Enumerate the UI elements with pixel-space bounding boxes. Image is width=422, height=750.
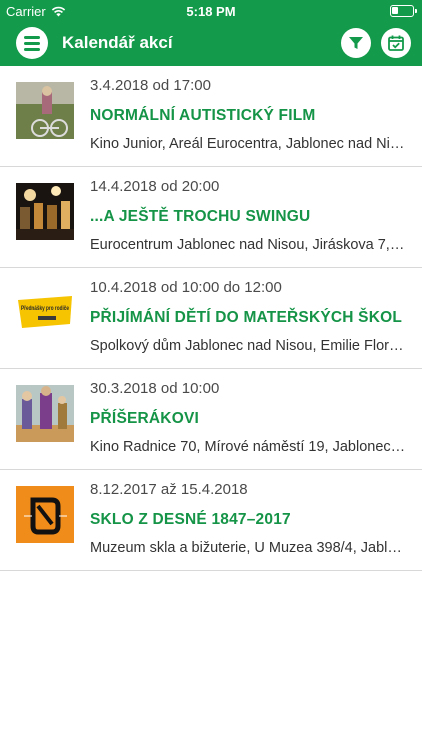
event-item[interactable]: Přednášky pro rodiče 10.4.2018 od 10:00 … bbox=[0, 268, 422, 369]
event-thumbnail: Přednášky pro rodiče bbox=[16, 284, 74, 341]
carrier-label: Carrier bbox=[6, 4, 46, 19]
event-list: 3.4.2018 od 17:00 NORMÁLNÍ AUTISTICKÝ FI… bbox=[0, 66, 422, 571]
wifi-icon bbox=[51, 6, 65, 17]
thumb-label: Přednášky pro rodiče bbox=[21, 305, 69, 312]
event-thumbnail bbox=[16, 385, 74, 442]
event-item[interactable]: 8.12.2017 až 15.4.2018 SKLO Z DESNÉ 1847… bbox=[0, 470, 422, 571]
event-venue: Spolkový dům Jablonec nad Nisou, Emilie … bbox=[90, 338, 406, 354]
event-thumbnail bbox=[16, 486, 74, 543]
status-bar: Carrier 5:18 PM bbox=[0, 0, 422, 22]
event-venue: Kino Junior, Areál Eurocentra, Jablonec … bbox=[90, 136, 406, 152]
event-date: 10.4.2018 od 10:00 do 12:00 bbox=[90, 279, 282, 296]
event-title[interactable]: SKLO Z DESNÉ 1847–2017 bbox=[90, 511, 291, 529]
event-title[interactable]: PŘIJÍMÁNÍ DĚTÍ DO MATEŘSKÝCH ŠKOL bbox=[90, 309, 402, 327]
event-date: 30.3.2018 od 10:00 bbox=[90, 380, 220, 397]
calendar-check-icon bbox=[388, 35, 404, 51]
event-date: 8.12.2017 až 15.4.2018 bbox=[90, 481, 248, 498]
event-thumbnail bbox=[16, 82, 74, 139]
filter-funnel-icon bbox=[349, 37, 363, 49]
carrier-info: Carrier bbox=[6, 4, 66, 19]
event-venue: Muzeum skla a bižuterie, U Muzea 398/4, … bbox=[90, 540, 406, 556]
event-item[interactable]: 30.3.2018 od 10:00 PŘÍŠERÁKOVI Kino Radn… bbox=[0, 369, 422, 470]
battery-icon bbox=[390, 5, 417, 17]
page-title: Kalendář akcí bbox=[62, 33, 173, 52]
event-item[interactable]: 3.4.2018 od 17:00 NORMÁLNÍ AUTISTICKÝ FI… bbox=[0, 66, 422, 167]
filter-button[interactable] bbox=[341, 28, 371, 58]
event-date: 3.4.2018 od 17:00 bbox=[90, 77, 211, 94]
calendar-button[interactable] bbox=[381, 28, 411, 58]
event-item[interactable]: 14.4.2018 od 20:00 ...A JEŠTĚ TROCHU SWI… bbox=[0, 167, 422, 268]
event-venue: Eurocentrum Jablonec nad Nisou, Jiráskov… bbox=[90, 237, 406, 253]
event-title[interactable]: ...A JEŠTĚ TROCHU SWINGU bbox=[90, 208, 310, 226]
event-date: 14.4.2018 od 20:00 bbox=[90, 178, 220, 195]
app-header: Kalendář akcí bbox=[0, 22, 422, 66]
event-title[interactable]: PŘÍŠERÁKOVI bbox=[90, 410, 199, 428]
hamburger-menu-icon[interactable] bbox=[16, 27, 48, 59]
event-thumbnail bbox=[16, 183, 74, 240]
event-title[interactable]: NORMÁLNÍ AUTISTICKÝ FILM bbox=[90, 107, 316, 125]
event-venue: Kino Radnice 70, Mírové náměstí 19, Jabl… bbox=[90, 439, 406, 455]
